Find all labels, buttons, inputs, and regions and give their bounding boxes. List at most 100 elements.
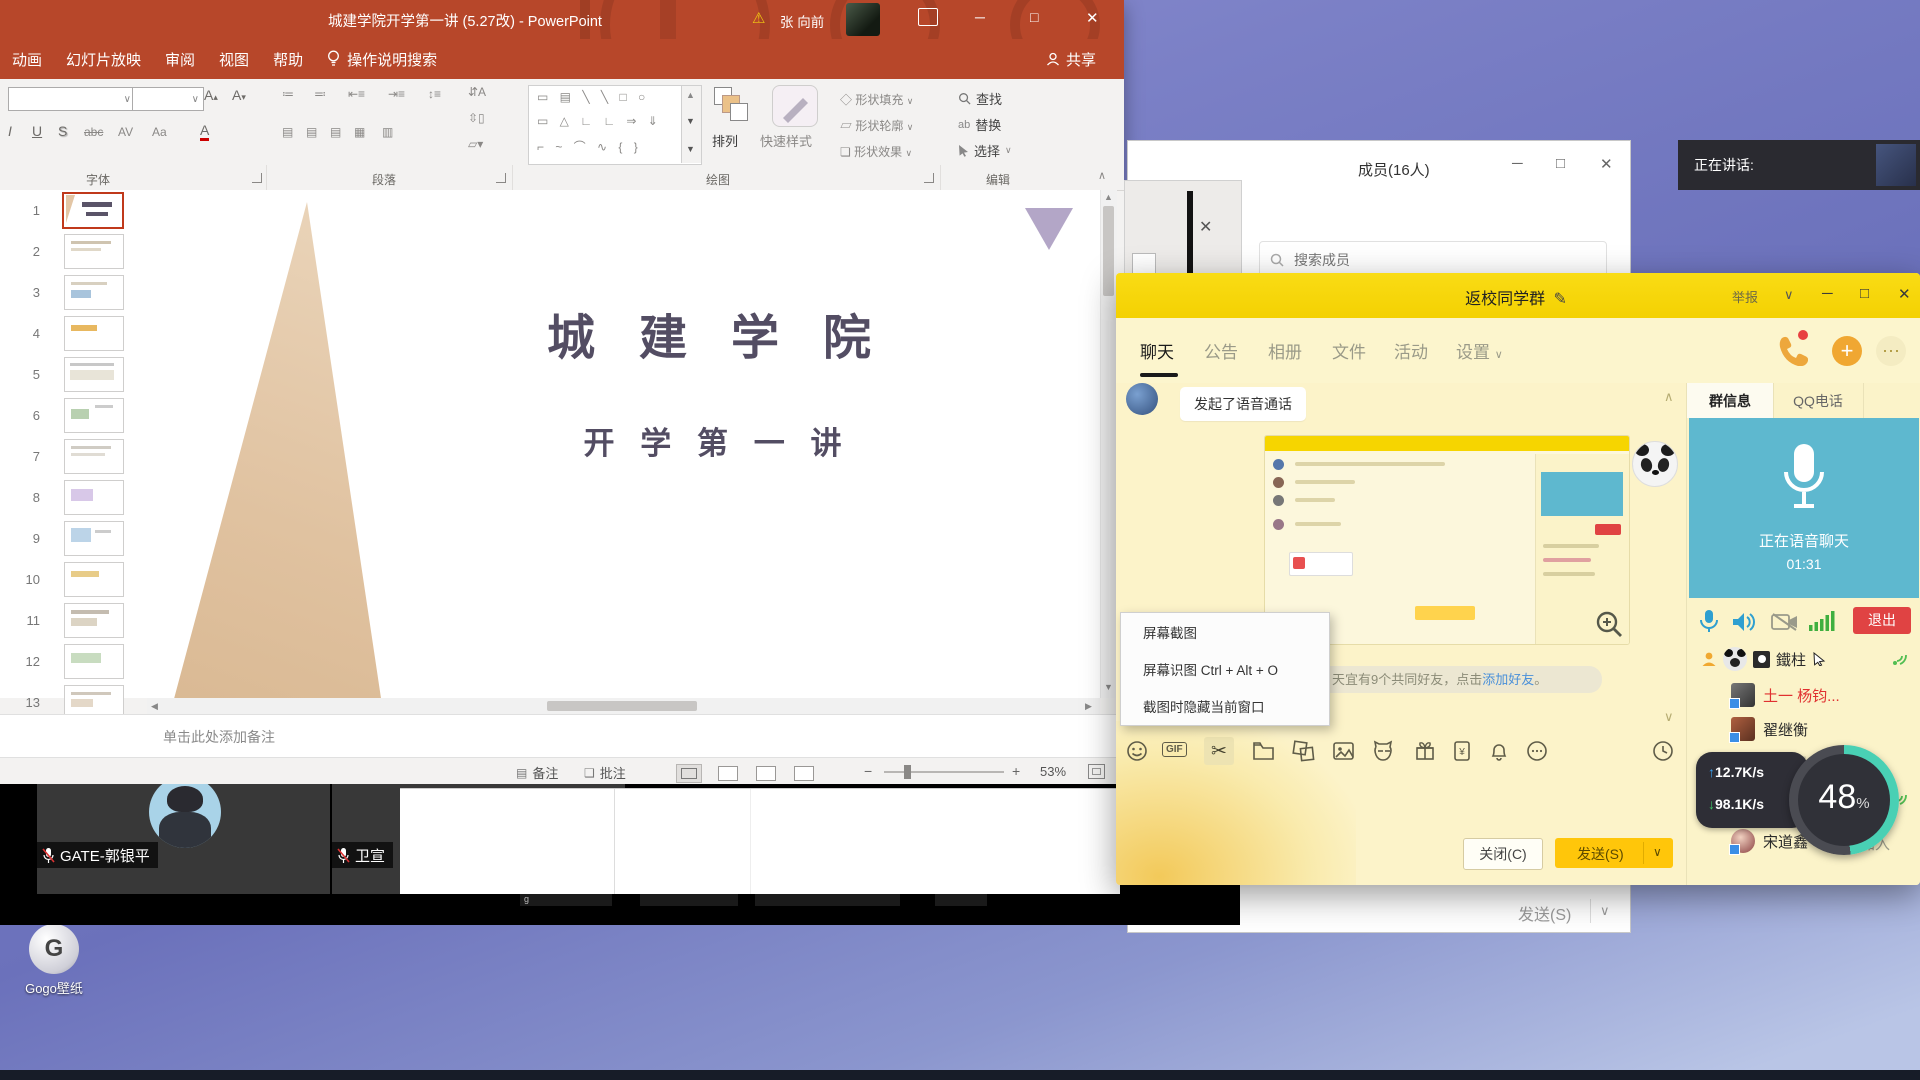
emoji-icon[interactable] <box>1126 740 1148 767</box>
maximize-icon[interactable]: □ <box>1030 9 1038 25</box>
select-button[interactable]: 选择∨ <box>958 141 1012 160</box>
find-button[interactable]: 查找 <box>958 89 1002 108</box>
collapse-ribbon-icon[interactable]: ∧ <box>1098 169 1106 182</box>
gift-icon[interactable] <box>1414 740 1436 767</box>
font-color-icon[interactable]: A <box>200 123 209 141</box>
member-row[interactable]: 翟继衡 <box>1731 717 1808 741</box>
message-history-icon[interactable] <box>1652 740 1674 767</box>
tab-animation[interactable]: 动画 <box>0 39 54 79</box>
maximize-icon[interactable]: □ <box>1556 155 1565 172</box>
dialog-launcher-icon[interactable] <box>496 173 506 183</box>
close-icon[interactable]: ✕ <box>1086 9 1099 27</box>
thumbnail-item[interactable]: 2 <box>0 231 147 272</box>
thumbnail-item[interactable]: 12 <box>0 641 147 682</box>
gallery-scroll[interactable]: ▲ ▼ ▼ <box>681 86 701 163</box>
taskbar[interactable] <box>0 1070 1920 1080</box>
gallery-more-icon[interactable]: ▼ <box>686 144 695 154</box>
dialog-launcher-icon[interactable] <box>924 173 934 183</box>
underline-icon[interactable]: U <box>32 123 42 139</box>
panda-avatar[interactable] <box>1632 441 1678 487</box>
send-button[interactable]: 发送(S) ∨ <box>1555 838 1673 868</box>
zoom-image-icon[interactable] <box>1594 609 1624 639</box>
thumbnail-item[interactable]: 8 <box>0 477 147 518</box>
numbering-icon[interactable]: ≕ <box>314 87 328 101</box>
normal-view-button[interactable] <box>676 764 702 783</box>
member-search-input[interactable] <box>1292 251 1576 269</box>
tab-album[interactable]: 相册 <box>1268 338 1302 363</box>
scroll-up-icon[interactable]: ▲ <box>1104 192 1113 202</box>
camera-off-icon[interactable] <box>1771 612 1799 637</box>
font-name-select[interactable]: ∨ <box>8 87 136 111</box>
shape-icons-row[interactable]: ▭ △ ∟ ∟ ⇒ ⇓ <box>537 114 662 128</box>
italic-icon[interactable]: I <box>8 123 12 139</box>
thumbnail-item[interactable]: 9 <box>0 518 147 559</box>
scroll-down-icon[interactable]: ▼ <box>686 116 695 126</box>
tab-files[interactable]: 文件 <box>1332 338 1366 363</box>
line-spacing-icon[interactable]: ↕≡ <box>428 87 441 101</box>
tab-view[interactable]: 视图 <box>207 39 261 79</box>
char-spacing-icon[interactable]: AV <box>118 125 133 139</box>
close-icon[interactable]: ✕ <box>1600 155 1613 173</box>
columns-icon[interactable]: ▥ <box>382 125 393 139</box>
notes-toggle[interactable]: ▤ 备注 <box>516 763 558 782</box>
justify-icon[interactable]: ▦ <box>354 125 365 139</box>
sidebar-tab-group-info[interactable]: 群信息 <box>1687 383 1774 418</box>
zoom-slider-track[interactable] <box>884 771 1004 773</box>
notes-placeholder[interactable]: 单击此处添加备注 <box>163 727 275 747</box>
thumbnail-item[interactable]: 5 <box>0 354 147 395</box>
slide-corner-triangle[interactable] <box>1025 208 1073 250</box>
minimize-icon[interactable]: ─ <box>1512 155 1523 172</box>
decrease-indent-icon[interactable]: ⇤≡ <box>348 87 365 101</box>
slide-sorter-view-button[interactable] <box>718 766 738 781</box>
doge-sticker-icon[interactable] <box>1372 740 1396 767</box>
smartart-icon[interactable]: ▱▾ <box>468 137 483 151</box>
collapse-down-icon[interactable]: ∨ <box>1664 709 1674 725</box>
align-left-icon[interactable]: ▤ <box>282 125 293 139</box>
tab-activity[interactable]: 活动 <box>1394 338 1428 363</box>
member-row[interactable]: 鐵柱 <box>1701 647 1826 671</box>
notes-pane[interactable]: 单击此处添加备注 <box>0 714 1124 758</box>
collapse-up-icon[interactable]: ∧ <box>1664 389 1674 405</box>
thumbnail-item[interactable]: 3 <box>0 272 147 313</box>
horizontal-scrollbar[interactable]: ◀ ▶ <box>147 698 1100 714</box>
shrink-font-icon[interactable]: A▾ <box>232 87 246 103</box>
grow-font-icon[interactable]: A▴ <box>204 87 218 103</box>
send-options-icon[interactable]: ∨ <box>1653 845 1662 859</box>
increase-indent-icon[interactable]: ⇥≡ <box>388 87 405 101</box>
dialog-launcher-icon[interactable] <box>252 173 262 183</box>
avatar[interactable] <box>846 3 880 36</box>
thumbnail-item[interactable]: 6 <box>0 395 147 436</box>
close-icon[interactable]: ✕ <box>1898 285 1911 303</box>
tab-review[interactable]: 审阅 <box>153 39 207 79</box>
align-right-icon[interactable]: ▤ <box>330 125 341 139</box>
report-button[interactable]: 举报 <box>1732 287 1758 306</box>
comments-toggle[interactable]: ❑ 批注 <box>584 763 626 782</box>
close-icon[interactable]: ✕ <box>1199 217 1212 237</box>
align-text-icon[interactable]: ⇳▯ <box>468 111 485 125</box>
screen-share-icon[interactable] <box>1292 740 1315 767</box>
background-send-label[interactable]: 发送(S) <box>1518 901 1571 925</box>
ribbon-display-options-icon[interactable] <box>918 8 938 26</box>
bullets-icon[interactable]: ≔ <box>282 87 296 101</box>
tab-settings[interactable]: 设置 ∨ <box>1456 338 1503 363</box>
zoom-slider-handle[interactable] <box>904 765 911 779</box>
reading-view-button[interactable] <box>756 766 776 781</box>
sender-avatar[interactable] <box>1126 383 1158 415</box>
slide-subtitle[interactable]: 开 学 第 一 讲 <box>507 418 927 463</box>
shape-fill-button[interactable]: ◇ 形状填充 ∨ <box>840 91 913 108</box>
arrange-icon[interactable] <box>714 87 748 121</box>
menu-item-screen-ocr[interactable]: 屏幕识图 Ctrl + Alt + O <box>1121 650 1329 687</box>
checkbox[interactable] <box>1132 253 1156 275</box>
edit-pencil-icon[interactable]: ✎ <box>1554 291 1567 308</box>
zoom-out-button[interactable]: − <box>864 763 872 779</box>
text-shadow-icon[interactable]: S <box>58 123 67 139</box>
bell-icon[interactable] <box>1488 740 1510 767</box>
slide-thumbnail-selected[interactable] <box>62 192 124 229</box>
thumbnail-item[interactable]: 4 <box>0 313 147 354</box>
more-button[interactable]: ⋯ <box>1876 336 1906 366</box>
more-tools-icon[interactable] <box>1526 740 1548 767</box>
thumbnail-item[interactable]: 7 <box>0 436 147 477</box>
speaker-icon[interactable] <box>1731 611 1757 638</box>
shape-outline-button[interactable]: ▱ 形状轮廓 ∨ <box>840 117 913 134</box>
voice-call-message[interactable]: 发起了语音通话 <box>1180 387 1306 421</box>
